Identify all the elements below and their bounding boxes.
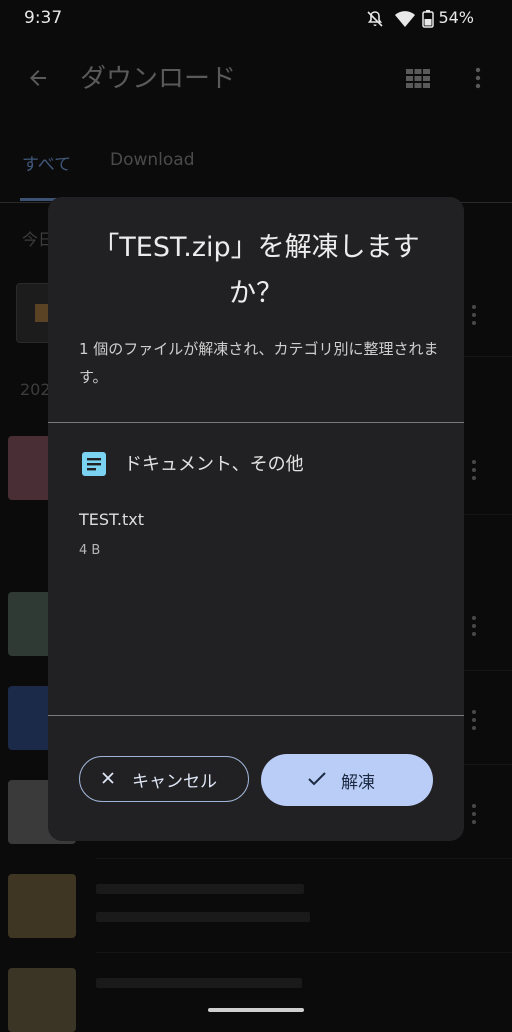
tab-download[interactable]: Download bbox=[110, 150, 195, 170]
dialog-divider bbox=[48, 715, 464, 716]
list-divider bbox=[96, 858, 512, 859]
document-icon bbox=[82, 452, 106, 476]
file-thumbnail[interactable] bbox=[8, 874, 76, 938]
close-icon bbox=[102, 772, 114, 784]
category-label: ドキュメント、その他 bbox=[124, 454, 304, 475]
item-more-icon[interactable] bbox=[472, 305, 478, 329]
app-bar: ダウンロード bbox=[0, 40, 512, 116]
dialog-title: 「TEST.zip」を解凍しますか？ bbox=[92, 232, 420, 309]
item-more-icon[interactable] bbox=[472, 616, 478, 640]
back-arrow-icon[interactable] bbox=[26, 66, 50, 90]
list-item-placeholder bbox=[96, 978, 302, 988]
file-thumbnail[interactable] bbox=[8, 968, 76, 1032]
battery-icon bbox=[422, 10, 434, 28]
notifications-off-icon bbox=[367, 11, 383, 27]
tab-bar: すべて Download bbox=[0, 140, 512, 202]
extract-dialog: 「TEST.zip」を解凍しますか？ 1 個のファイルが解凍され、カテゴリ別に整… bbox=[48, 197, 464, 841]
dialog-message: 1 個のファイルが解凍され、カテゴリ別に整理されます。 bbox=[79, 340, 439, 386]
gesture-nav-handle[interactable] bbox=[208, 1008, 304, 1012]
cancel-button[interactable]: キャンセル bbox=[79, 756, 249, 802]
list-divider bbox=[96, 952, 512, 953]
tab-all[interactable]: すべて bbox=[22, 150, 71, 175]
item-more-icon[interactable] bbox=[472, 710, 478, 734]
grid-view-icon[interactable] bbox=[405, 66, 431, 90]
check-icon bbox=[308, 772, 326, 786]
status-time: 9:37 bbox=[24, 8, 63, 28]
dialog-divider bbox=[48, 422, 464, 423]
section-header-year: 202 bbox=[20, 380, 51, 399]
wifi-icon bbox=[395, 11, 415, 27]
extract-button[interactable]: 解凍 bbox=[261, 754, 433, 806]
list-item-placeholder bbox=[96, 884, 304, 894]
page-title: ダウンロード bbox=[80, 64, 237, 94]
extract-button-label: 解凍 bbox=[341, 773, 375, 793]
file-size: 4 B bbox=[79, 543, 101, 558]
battery-percent: 54% bbox=[438, 8, 474, 27]
item-more-icon[interactable] bbox=[472, 460, 478, 484]
file-name: TEST.txt bbox=[79, 510, 145, 529]
list-item-placeholder bbox=[96, 912, 310, 922]
more-options-icon[interactable] bbox=[474, 66, 482, 90]
status-bar: 9:37 54% bbox=[0, 0, 512, 38]
item-more-icon[interactable] bbox=[472, 804, 478, 828]
cancel-button-label: キャンセル bbox=[132, 772, 217, 792]
